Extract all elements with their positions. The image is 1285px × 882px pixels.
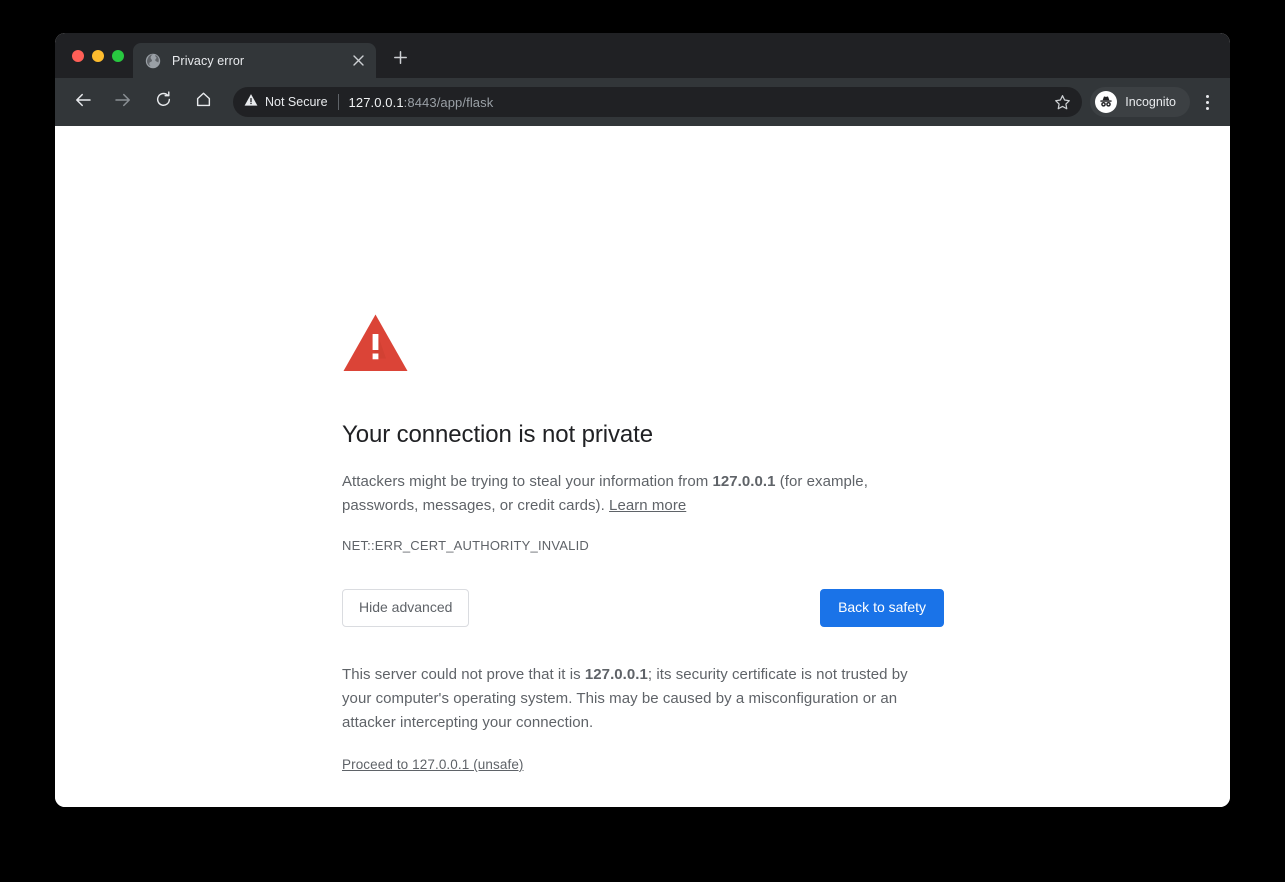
incognito-icon [1095,91,1118,113]
advanced-description: This server could not prove that it is 1… [342,663,932,735]
globe-icon [145,53,161,69]
interstitial-button-row: Hide advanced Back to safety [342,589,944,628]
new-tab-button[interactable] [386,46,414,74]
description-host: 127.0.0.1 [712,473,776,491]
home-button[interactable] [187,86,219,118]
tab-strip: Privacy error [55,33,1230,78]
ssl-interstitial: Your connection is not private Attackers… [342,313,962,774]
url-path: :8443/app/flask [403,94,494,110]
arrow-right-icon [114,91,132,114]
url-host: 127.0.0.1 [348,94,404,110]
advanced-host: 127.0.0.1 [584,666,648,684]
omnibox-divider [337,94,339,110]
red-warning-triangle-icon [342,313,409,373]
learn-more-link[interactable]: Learn more [609,497,686,514]
advanced-panel: This server could not prove that it is 1… [342,663,962,774]
browser-window: Privacy error Not Secure 127.0.0.1:8443/… [55,33,1230,807]
close-icon[interactable] [350,53,366,69]
url-text: 127.0.0.1:8443/app/flask [349,95,1045,110]
plus-icon [393,51,407,69]
tab-privacy-error[interactable]: Privacy error [133,43,376,78]
description-prefix: Attackers might be trying to steal your … [342,473,713,491]
hide-advanced-button[interactable]: Hide advanced [342,589,470,628]
arrow-left-icon [74,91,92,114]
security-status-chip[interactable]: Not Secure [244,93,338,112]
interstitial-description: Attackers might be trying to steal your … [342,470,887,518]
warning-triangle-icon [244,93,258,112]
forward-button[interactable] [107,86,139,118]
three-dot-menu-icon[interactable] [1194,86,1220,118]
minimize-window-button[interactable] [92,49,104,62]
browser-toolbar: Not Secure 127.0.0.1:8443/app/flask Inco… [55,78,1230,126]
close-window-button[interactable] [72,49,84,62]
back-to-safety-button[interactable]: Back to safety [820,589,944,628]
security-status-label: Not Secure [265,95,328,109]
advanced-prefix: This server could not prove that it is [342,666,585,684]
page-title: Your connection is not private [342,421,653,448]
back-button[interactable] [67,86,99,118]
tab-title: Privacy error [172,53,245,68]
menu-dot [1205,106,1209,110]
menu-dot [1205,94,1209,98]
reload-icon [155,91,172,113]
profile-label: Incognito [1125,95,1176,109]
page-viewport: Your connection is not private Attackers… [55,126,1230,807]
address-bar[interactable]: Not Secure 127.0.0.1:8443/app/flask [233,87,1083,117]
reload-button[interactable] [147,86,179,118]
profile-incognito-button[interactable]: Incognito [1090,87,1190,117]
star-icon[interactable] [1052,92,1072,112]
window-controls [72,33,124,78]
tabs-row: Privacy error [133,33,414,78]
maximize-window-button[interactable] [112,49,124,62]
menu-dot [1205,100,1209,104]
proceed-unsafe-link[interactable]: Proceed to 127.0.0.1 (unsafe) [342,757,524,772]
home-icon [195,91,212,113]
error-code: NET::ERR_CERT_AUTHORITY_INVALID [342,538,589,554]
